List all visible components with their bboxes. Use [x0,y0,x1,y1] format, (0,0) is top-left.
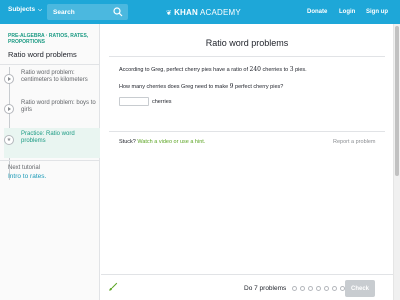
progress-label: Do 7 problems [244,285,287,292]
donate-link[interactable]: Donate [307,9,327,15]
logo-text-bold: KHAN [174,8,198,17]
next-tutorial-link[interactable]: Intro to rates. [8,173,46,180]
login-link[interactable]: Login [339,9,355,15]
subjects-menu-button[interactable]: Subjects ⌵ [8,6,42,13]
progress-dots [292,286,345,291]
leaf-logo-icon: ❦ [166,9,173,17]
search-placeholder: Search [53,8,75,16]
play-icon [4,104,14,114]
sidebar-divider [0,160,100,161]
sidebar-item-label: Ratio word problem: boys to girls [21,100,96,114]
check-button[interactable]: Check [345,280,375,297]
logo-text: ACADEMY [200,8,241,17]
scratchpad-icon[interactable] [108,282,118,292]
subjects-label: Subjects [8,6,36,13]
problem-statement: According to Greg, perfect cherry pies h… [119,66,307,73]
progress-dot [324,286,329,291]
chevron-down-icon: ⌵ [38,6,42,13]
exercise-divider [109,131,385,132]
tutorial-sidebar [0,24,100,300]
progress-dot [300,286,305,291]
next-tutorial-label: Next tutorial [8,165,41,171]
sidebar-item-label: Ratio word problem: centimeters to kilom… [21,70,88,84]
sidebar-item-label: Practice: Ratio word problems [21,131,75,145]
answer-input[interactable] [119,97,149,106]
search-input[interactable]: Search [47,4,128,20]
report-problem-link[interactable]: Report a problem [333,139,376,145]
progress-dot [292,286,297,291]
search-icon[interactable] [113,7,123,17]
problem-text: According to Greg, perfect cherry pies h… [119,67,250,73]
problem-number: 240 [249,66,261,73]
khan-academy-logo[interactable]: ❦ KHAN ACADEMY [166,8,241,17]
sidebar-item-video-boys-to-girls[interactable]: Ratio word problem: boys to girls [4,100,100,128]
progress-dot [316,286,321,291]
sidebar-title: Ratio word problems [8,50,77,59]
sidebar-divider [0,64,100,65]
answer-row: cherries [119,97,172,106]
sidebar-item-practice[interactable]: ★ Practice: Ratio word problems [4,128,100,158]
problem-text: pies. [293,67,307,73]
breadcrumb[interactable]: PRE-ALGEBRA · RATIOS, RATES, PROPORTIONS [8,33,98,45]
play-icon [4,74,14,84]
stuck-label: Stuck? [119,139,136,145]
star-icon: ★ [4,135,14,145]
progress-dot [332,286,337,291]
answer-unit: cherries [152,98,172,105]
progress-dot [308,286,313,291]
sidebar-item-video-cm-to-km[interactable]: Ratio word problem: centimeters to kilom… [4,70,100,100]
question-text: How many cherries does Greg need to make [119,84,230,90]
exercise-title: Ratio word problems [205,38,289,48]
question-text: perfect cherry pies? [233,84,284,90]
problem-text: cherries to [261,67,290,73]
exercise-divider [109,56,385,57]
hint-link[interactable]: Watch a video or use a hint. [137,139,205,145]
problem-question: How many cherries does Greg need to make… [119,83,283,90]
hint-row: Stuck? Watch a video or use a hint. [119,139,205,145]
signup-link[interactable]: Sign up [366,9,388,15]
scrollbar-thumb[interactable] [395,26,399,176]
